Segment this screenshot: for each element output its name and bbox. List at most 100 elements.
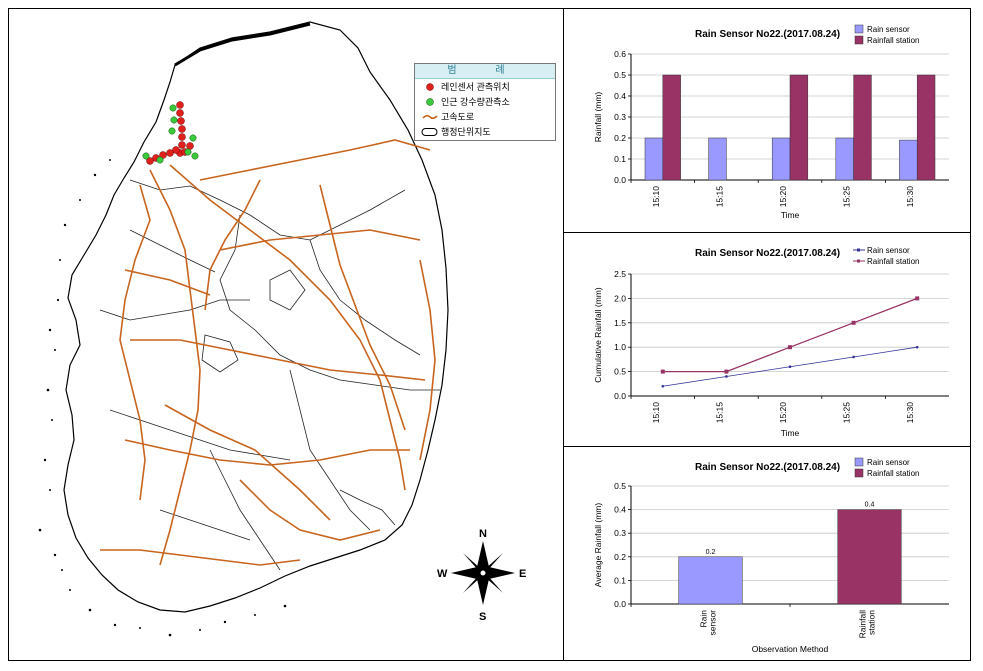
panel-divider	[563, 446, 971, 447]
data-point	[660, 369, 665, 374]
legend-item: 고속도로	[415, 109, 555, 124]
data-point	[661, 384, 665, 388]
legend-label: Rain sensor	[867, 458, 910, 467]
bar	[678, 556, 743, 605]
legend-marker	[857, 248, 860, 252]
legend-label: Rain sensor	[867, 25, 910, 34]
map-legend-title: 범 례	[415, 64, 555, 79]
y-tick-label: 0.1	[614, 154, 626, 164]
compass-rose-icon: N S E W	[437, 528, 526, 623]
y-tick-label: 0.5	[614, 367, 626, 377]
korea-map-panel: N S E W 범 례 레인센서 관측위치 인근 강수량관측소 고속도로 행정단…	[10, 10, 562, 659]
highway-line-icon	[422, 114, 438, 119]
data-point	[915, 345, 919, 349]
data-point	[915, 296, 920, 301]
x-tick-label: 15:10	[651, 402, 661, 424]
x-axis-label: Time	[781, 210, 800, 220]
bar	[837, 509, 902, 605]
chart-title: Rain Sensor No22.(2017.08.24)	[695, 29, 840, 40]
data-label: 0.2	[706, 549, 716, 556]
green-dot-icon	[426, 97, 434, 106]
chart-title: Rain Sensor No22.(2017.08.24)	[695, 462, 840, 473]
y-tick-label: 0.5	[614, 481, 626, 491]
x-tick-label: 15:20	[778, 402, 788, 424]
islands	[38, 159, 287, 637]
y-tick-label: 0.3	[614, 112, 626, 122]
compass-w: W	[437, 568, 448, 580]
chart-panel-2: Rain Sensor No22.(2017.08.24) Rain sensor…	[565, 234, 970, 446]
legend-item-label: 고속도로	[441, 112, 475, 122]
cumulative-rainfall-line-chart: Rain Sensor No22.(2017.08.24) Rain sensor…	[593, 246, 949, 438]
y-tick-label: 0.0	[614, 175, 626, 185]
y-tick-label: 0.2	[614, 133, 626, 143]
x-tick-label: station	[867, 610, 877, 635]
red-dot-icon	[426, 82, 434, 91]
data-point	[725, 375, 728, 378]
x-tick-label: 15:25	[842, 402, 852, 424]
y-tick-label: 0.0	[614, 391, 626, 401]
x-axis-label: Time	[781, 428, 800, 438]
bar	[644, 137, 664, 181]
bar	[853, 74, 872, 181]
average-rainfall-bar-chart: Rain Sensor No22.(2017.08.24) Rain sensor…	[593, 457, 949, 654]
chart-panel-1: Rain Sensor No22.(2017.08.24) Rain sensor…	[565, 10, 970, 232]
x-tick-label: 15:20	[778, 186, 788, 208]
x-tick-label: 15:25	[842, 186, 852, 208]
bar	[899, 139, 918, 181]
bar	[662, 74, 681, 181]
y-tick-label: 1.0	[614, 342, 626, 352]
data-point	[788, 345, 792, 350]
y-tick-label: 0.4	[614, 505, 626, 515]
data-label: 0.4	[865, 502, 875, 509]
compass-s: S	[479, 611, 486, 623]
x-tick-label: 15:15	[714, 402, 724, 424]
compass-n: N	[479, 528, 487, 540]
bar	[916, 74, 936, 181]
legend-swatch	[854, 35, 864, 45]
x-tick-label: 15:10	[651, 186, 661, 208]
x-tick-label: sensor	[708, 610, 718, 636]
chart-title: Rain Sensor No22.(2017.08.24)	[695, 248, 840, 259]
northern-border	[174, 22, 311, 67]
x-tick-label: 15:30	[905, 186, 915, 208]
bar	[771, 137, 791, 181]
data-point	[724, 369, 729, 374]
legend-item-label: 행정단위지도	[441, 127, 491, 137]
y-tick-label: 0.5	[614, 70, 626, 80]
legend-label: Rainfall station	[867, 469, 919, 478]
legend-item-label: 인근 강수량관측소	[441, 97, 510, 107]
y-tick-label: 2.0	[614, 293, 626, 303]
data-point	[852, 355, 855, 359]
highways	[100, 139, 436, 566]
x-tick-label: 15:30	[905, 402, 915, 424]
rainfall-bar-chart: Rain Sensor No22.(2017.08.24) Rain sensor…	[593, 24, 949, 220]
y-tick-label: 0.6	[614, 49, 626, 59]
y-axis-label: Rainfall (mm)	[593, 92, 603, 143]
y-tick-label: 2.5	[614, 269, 626, 279]
legend-label: Rainfall station	[867, 257, 919, 266]
y-tick-label: 0.1	[614, 575, 626, 585]
map-legend: 범 례 레인센서 관측위치 인근 강수량관측소 고속도로 행정단위지도	[414, 63, 556, 141]
y-tick-label: 0.0	[614, 599, 626, 609]
legend-label: Rainfall station	[867, 36, 919, 45]
legend-item-label: 레인센서 관측위치	[441, 82, 510, 92]
compass-e: E	[519, 568, 526, 580]
data-point	[851, 320, 856, 325]
boundary-oval-icon	[421, 127, 438, 136]
legend-swatch	[854, 457, 864, 467]
province-boundaries	[99, 179, 440, 571]
bar	[789, 74, 809, 181]
y-tick-label: 1.5	[614, 318, 626, 328]
panel-divider	[563, 8, 564, 661]
series-line	[662, 297, 918, 373]
y-axis-label: Cumulative Rainfall (mm)	[593, 287, 603, 383]
legend-item: 레인센서 관측위치	[415, 79, 555, 94]
legend-item: 인근 강수량관측소	[415, 94, 555, 109]
x-axis-label: Observation Method	[752, 644, 829, 654]
bar	[835, 137, 854, 181]
legend-swatch	[854, 24, 864, 34]
y-tick-label: 0.3	[614, 528, 626, 538]
y-tick-label: 0.2	[614, 552, 626, 562]
x-tick-label: 15:15	[714, 186, 724, 208]
legend-swatch	[854, 468, 864, 478]
